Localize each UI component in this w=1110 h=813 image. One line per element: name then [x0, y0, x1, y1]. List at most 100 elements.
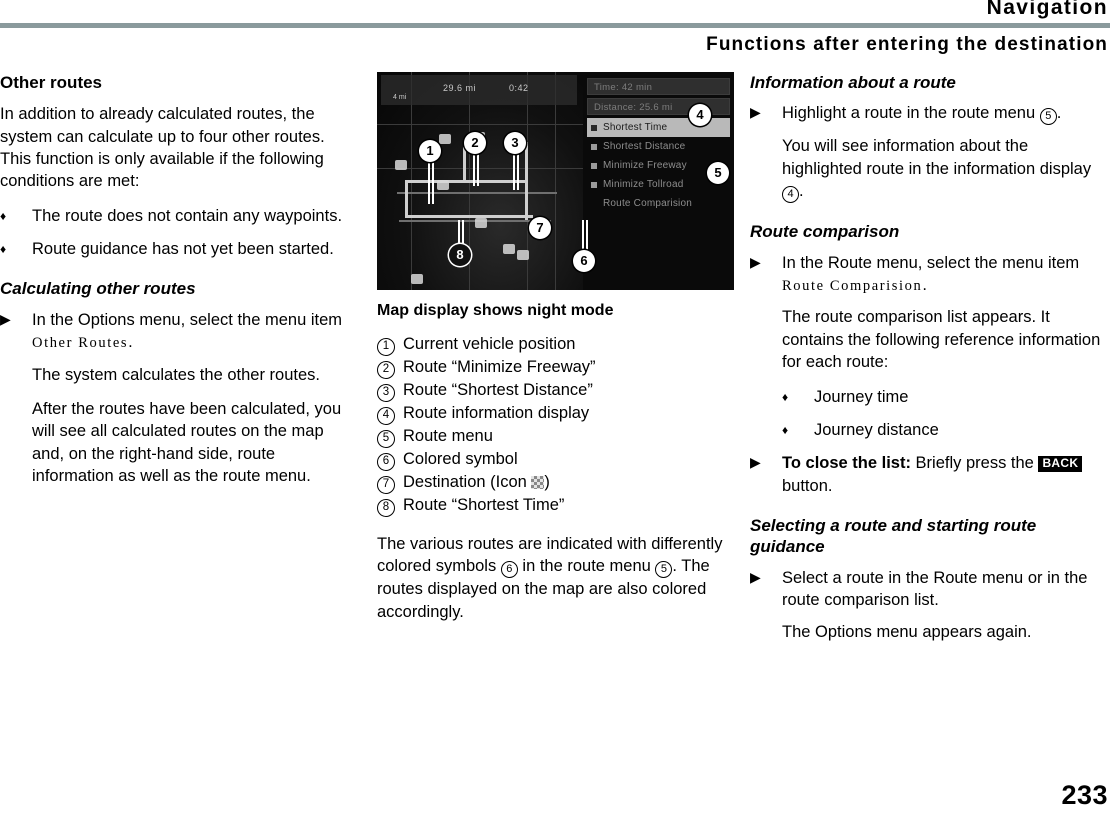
information-step-text: Highlight a route in the route menu 5. — [782, 102, 1110, 126]
calculating-other-routes-heading: Calculating other routes — [0, 279, 196, 299]
close-list-step: ▶ To close the list: Briefly press the B… — [750, 452, 1110, 497]
header-divider-rule — [0, 23, 1110, 28]
map-status-time: 0:42 — [509, 83, 529, 93]
legend-label: Colored symbol — [403, 450, 518, 468]
legend-item-3: 3 Route “Shortest Distance” — [377, 380, 735, 402]
close-list-step-text: To close the list: Briefly press the BAC… — [782, 452, 1110, 497]
center-note-paragraph: The various routes are indicated with di… — [377, 535, 723, 621]
legend-item-4: 4 Route information display — [377, 403, 735, 425]
checkered-flag-icon — [531, 476, 545, 489]
left-intro-paragraph: In addition to already calculated routes… — [0, 105, 325, 191]
section-title: Functions after entering the destination — [706, 34, 1108, 55]
comparison-bullet-2: ♦ Journey distance — [782, 419, 1110, 441]
inline-circled-number-4: 4 — [782, 186, 799, 204]
comparison-bullet-1: ♦ Journey time — [782, 386, 1110, 408]
route-menu-item-label: Minimize Tollroad — [603, 179, 684, 190]
menu-item-route-comparision: Route Comparision — [782, 277, 923, 294]
figure-callout-1: 1 — [419, 140, 441, 162]
condition-bullet-2: ♦ Route guidance has not yet been starte… — [0, 238, 350, 260]
calculating-result-1: The system calculates the other routes. — [32, 365, 320, 384]
figure-caption: Map display shows night mode — [377, 302, 614, 319]
map-status-distance: 29.6 mi — [443, 83, 477, 93]
legend-number: 7 — [377, 472, 403, 494]
legend-number: 3 — [377, 380, 403, 402]
condition-bullet-2-text: Route guidance has not yet been started. — [32, 239, 334, 258]
condition-bullet-1-text: The route does not contain any waypoints… — [32, 206, 343, 225]
information-step: ▶ Highlight a route in the route menu 5. — [750, 102, 1110, 126]
route-menu-item-route-comparision[interactable]: Route Comparision — [587, 194, 730, 213]
selecting-route-step-text: Select a route in the Route menu or in t… — [782, 568, 1088, 610]
legend-number: 1 — [377, 334, 403, 356]
legend-label: Route “Minimize Freeway” — [403, 358, 596, 376]
calculating-step: ▶ In the Options menu, select the menu i… — [0, 309, 350, 354]
legend-number: 4 — [377, 403, 403, 425]
legend-label: Current vehicle position — [403, 335, 576, 353]
route-menu-item-label: Route Comparision — [603, 198, 692, 209]
route-menu-item-label: Minimize Freeway — [603, 160, 687, 171]
step-arrow-icon: ▶ — [750, 568, 761, 585]
left-heading: Other routes — [0, 73, 103, 92]
legend-item-5: 5 Route menu — [377, 426, 735, 448]
step-arrow-icon: ▶ — [750, 454, 761, 471]
information-about-route-heading: Information about a route — [750, 73, 956, 92]
back-button-badge[interactable]: BACK — [1038, 456, 1083, 472]
legend-item-7: 7 Destination (Icon ) — [377, 472, 735, 494]
inline-circled-number-5: 5 — [1039, 108, 1057, 126]
page-number: 233 — [1061, 780, 1108, 810]
route-menu-item-shortest-distance[interactable]: Shortest Distance — [587, 137, 730, 156]
diamond-bullet-icon: ♦ — [0, 208, 7, 223]
content-columns: Other routes In addition to already calc… — [0, 72, 1110, 656]
legend-label: Route “Shortest Distance” — [403, 381, 593, 399]
route-info-time: Time: 42 min — [587, 78, 730, 95]
diamond-bullet-icon: ♦ — [0, 241, 7, 256]
map-canvas: 29.6 mi 0:42 4 mi — [377, 72, 583, 290]
step-arrow-icon: ▶ — [0, 310, 11, 327]
map-status-scale: 4 mi — [393, 94, 407, 101]
route-menu-item-label: Shortest Time — [603, 122, 668, 133]
legend-number: 6 — [377, 449, 403, 471]
legend-label: Route “Shortest Time” — [403, 496, 565, 514]
legend-item-1: 1 Current vehicle position — [377, 334, 735, 356]
page-header-title: Navigation — [986, 0, 1108, 19]
center-column: 29.6 mi 0:42 4 mi Time: 42 min Distance:… — [377, 72, 750, 656]
inline-circled-number-5: 5 — [655, 561, 673, 579]
left-column: Other routes In addition to already calc… — [0, 72, 377, 656]
route-comparison-heading: Route comparison — [750, 222, 900, 242]
menu-item-other-routes: Other Routes — [32, 335, 129, 352]
selecting-route-result: The Options menu appears again. — [782, 623, 1032, 642]
figure-legend-list: 1 Current vehicle position 2 Route “Mini… — [377, 334, 735, 517]
route-comparison-result: The route comparison list appears. It co… — [782, 308, 1101, 372]
legend-item-2: 2 Route “Minimize Freeway” — [377, 357, 735, 379]
calculating-step-text: In the Options menu, select the menu ite… — [32, 309, 350, 354]
figure-callout-3: 3 — [504, 132, 526, 154]
figure-callout-6: 6 — [573, 250, 595, 272]
legend-label: Route menu — [403, 427, 493, 445]
figure-callout-5: 5 — [707, 162, 729, 184]
legend-item-6: 6 Colored symbol — [377, 449, 735, 471]
calculating-result-2: After the routes have been calculated, y… — [32, 400, 342, 486]
condition-bullet-1: ♦ The route does not contain any waypoin… — [0, 205, 350, 227]
figure-callout-8: 8 — [449, 244, 471, 266]
legend-number: 5 — [377, 426, 403, 448]
route-color-symbol — [591, 143, 597, 150]
calculating-step-prefix: In the Options menu, select the menu ite… — [32, 310, 342, 329]
inline-circled-number-6: 6 — [500, 561, 518, 579]
step-arrow-icon: ▶ — [750, 104, 761, 121]
legend-label: Route information display — [403, 404, 590, 422]
comparison-bullet-2-text: Journey distance — [814, 420, 939, 439]
close-list-label: To close the list: — [782, 454, 911, 473]
legend-number: 2 — [377, 357, 403, 379]
route-color-symbol — [591, 201, 597, 207]
step-arrow-icon: ▶ — [750, 253, 761, 270]
route-menu-item-label: Shortest Distance — [603, 141, 686, 152]
navigation-map-figure: 29.6 mi 0:42 4 mi Time: 42 min Distance:… — [377, 72, 734, 290]
diamond-bullet-icon: ♦ — [782, 389, 789, 404]
calculating-step-suffix: . — [128, 333, 133, 352]
route-comparison-step: ▶ In the Route menu, select the menu ite… — [750, 252, 1110, 297]
legend-label: Destination (Icon ) — [403, 473, 550, 491]
route-color-symbol — [591, 124, 597, 131]
route-color-symbol — [591, 181, 597, 188]
route-comparison-step-text: In the Route menu, select the menu item … — [782, 253, 1080, 294]
selecting-route-heading: Selecting a route and starting route gui… — [750, 515, 1037, 557]
legend-item-8: 8 Route “Shortest Time” — [377, 495, 735, 517]
